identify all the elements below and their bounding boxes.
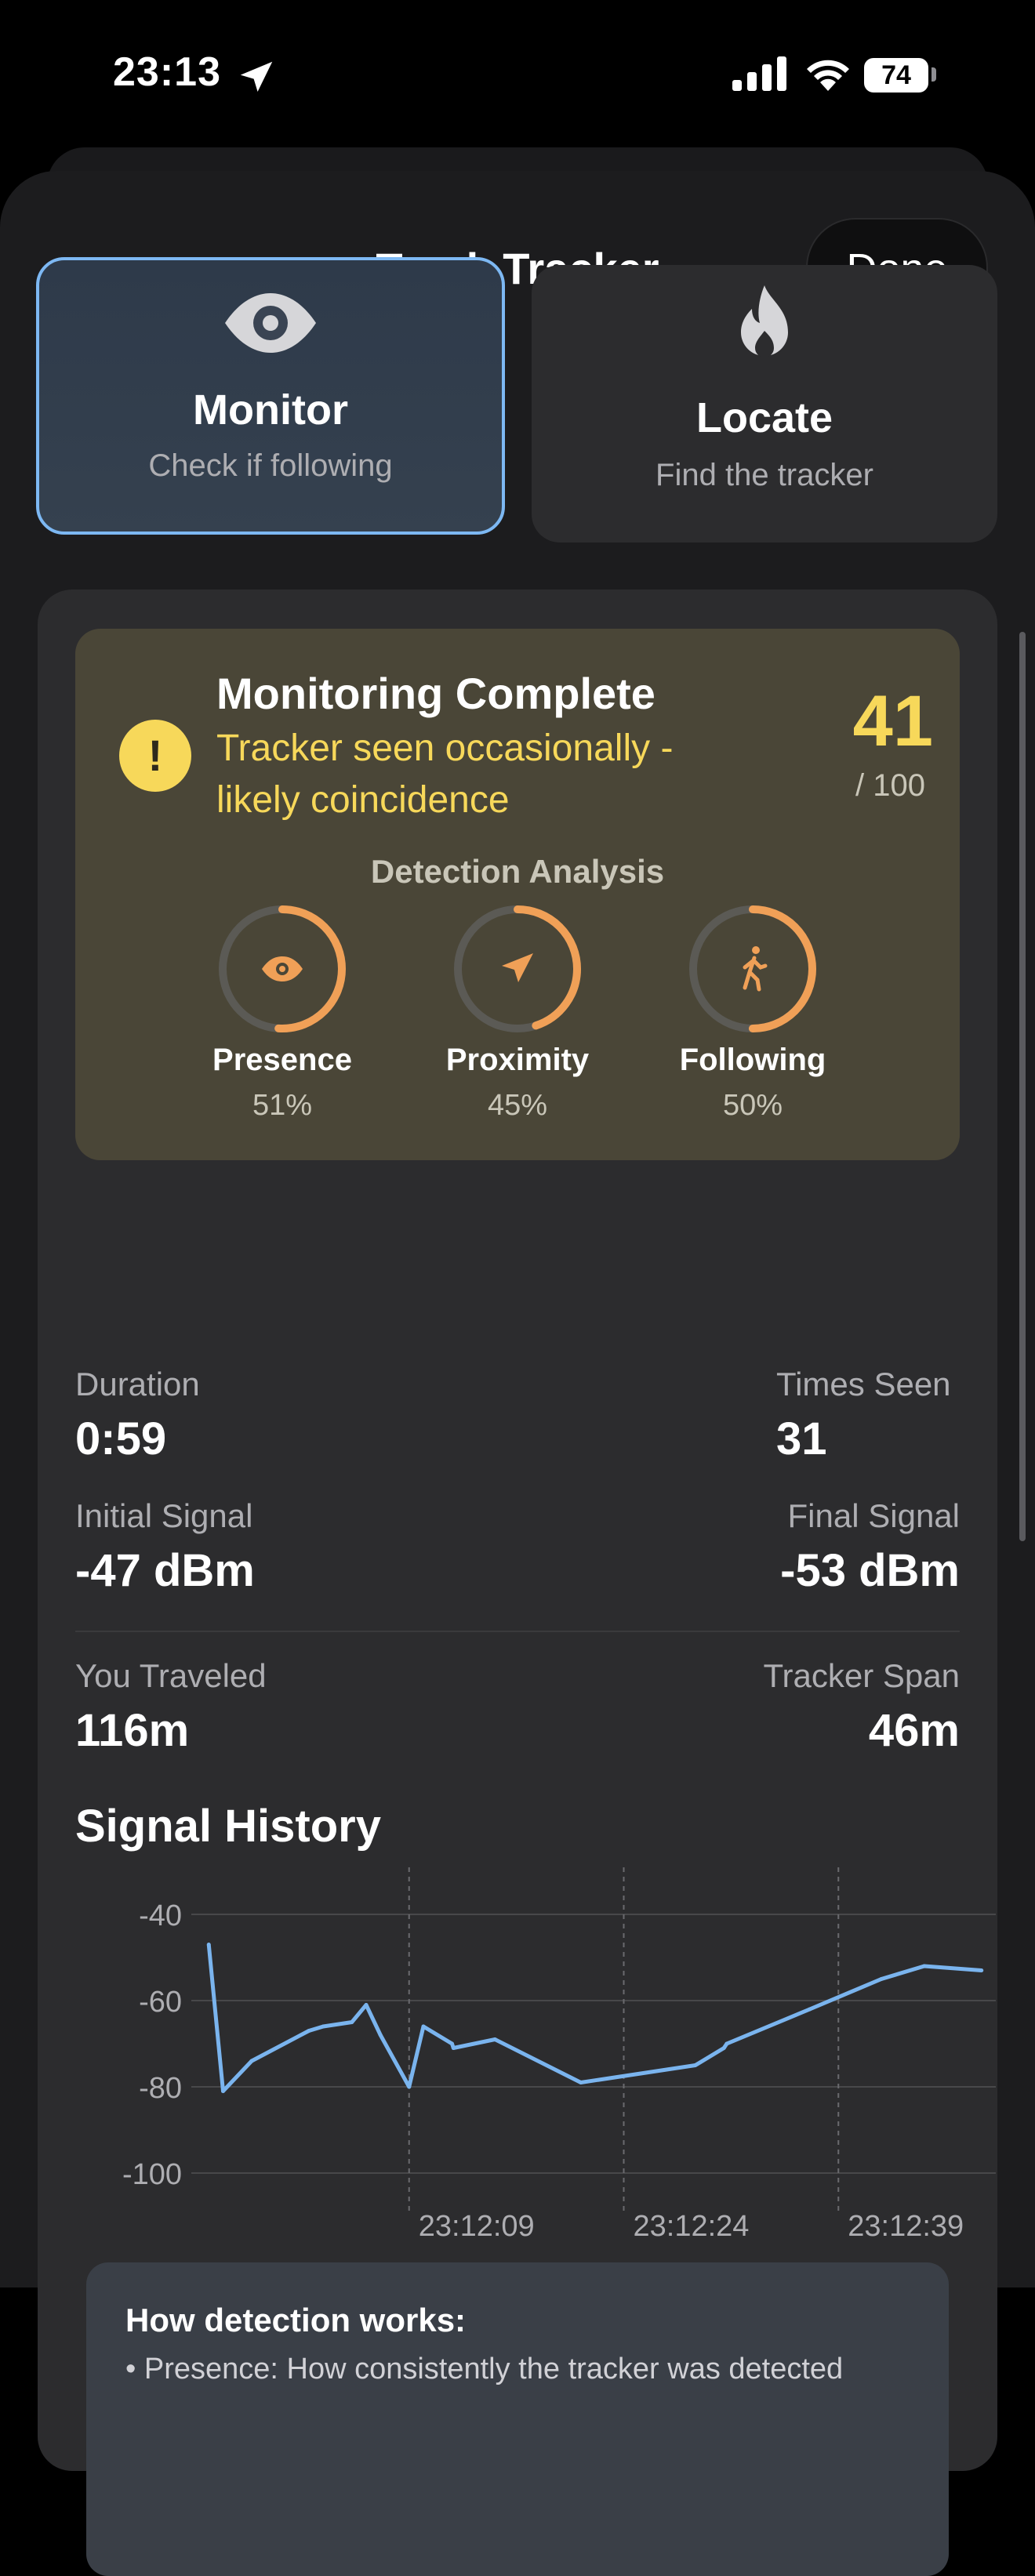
eye-icon [262, 956, 303, 981]
metric-label: Proximity [445, 1043, 590, 1077]
mode-locate-button[interactable]: Locate Find the tracker [532, 265, 997, 542]
mode-title: Locate [695, 394, 833, 441]
proximity-ring [454, 905, 581, 1032]
signal-point [364, 2003, 369, 2007]
signal-point [922, 1964, 927, 1968]
status-bar: 23:13 74 [0, 0, 1035, 149]
verdict-subtitle: Tracker seen occasionally - likely coinc… [216, 727, 674, 821]
stat-label: Times Seen [776, 1366, 951, 1402]
stat-value: 116m [75, 1705, 190, 1756]
presence-ring [219, 905, 346, 1032]
x-tick-label: 23:12:24 [634, 2210, 750, 2243]
stat-value: -47 dBm [75, 1545, 255, 1596]
stat-value: 31 [776, 1413, 827, 1464]
info-line-presence: • Presence: How consistently the tracker… [125, 2353, 844, 2386]
signal-point [407, 2084, 412, 2089]
cellular-signal-icon [732, 56, 786, 91]
x-tick-label: 23:12:09 [419, 2210, 535, 2243]
divider [75, 1631, 960, 1632]
signal-point [378, 2033, 383, 2037]
stat-you-traveled: You Traveled 116m [75, 1657, 267, 1757]
signal-point [979, 1968, 984, 1972]
y-tick-label: -60 [139, 1986, 182, 2019]
signal-history-chart: -40 -60 -80 -100 23:12:09 23:12:24 23:12:39 [122, 1867, 996, 2243]
following-ring [689, 905, 816, 1032]
signal-point [206, 1943, 211, 1947]
location-arrow-icon [502, 953, 533, 982]
y-tick-label: -40 [139, 1899, 182, 1932]
stat-label: You Traveled [75, 1657, 267, 1694]
scrollbar[interactable] [1019, 632, 1026, 1541]
track-tracker-sheet: Track Tracker Done Monitor Check if foll… [0, 171, 1035, 2576]
battery-level: 74 [864, 58, 928, 93]
results-card: ! Monitoring Complete Tracker seen occas… [38, 590, 997, 2576]
stat-label: Initial Signal [75, 1497, 253, 1534]
x-tick-label: 23:12:39 [848, 2210, 964, 2243]
signal-point [879, 1977, 884, 1981]
signal-point [579, 2081, 583, 2084]
stat-value: 0:59 [75, 1413, 167, 1464]
walking-person-icon [743, 946, 768, 992]
stat-label: Tracker Span [763, 1657, 960, 1694]
signal-line [206, 1944, 982, 2093]
eye-icon [225, 293, 316, 353]
mode-monitor-button[interactable]: Monitor Check if following [36, 257, 505, 535]
mode-subtitle: Check if following [148, 448, 393, 483]
signal-point [724, 2041, 729, 2046]
signal-point [451, 2046, 456, 2050]
signal-point [249, 2059, 254, 2063]
signal-point [221, 2089, 225, 2093]
flame-icon [741, 285, 788, 357]
signal-point [492, 2037, 497, 2041]
location-arrow-icon [240, 61, 273, 92]
stat-label: Final Signal [787, 1497, 960, 1534]
stat-duration: Duration 0:59 [75, 1366, 200, 1465]
stat-final-signal: Final Signal -53 dBm [780, 1497, 960, 1597]
signal-point [808, 2007, 812, 2012]
stat-tracker-span: Tracker Span 46m [763, 1657, 960, 1757]
detection-analysis-title: Detection Analysis [370, 853, 665, 890]
metric-following: Following 50% [635, 903, 870, 1123]
metric-label: Following [679, 1043, 826, 1077]
verdict-title: Monitoring Complete [216, 669, 656, 718]
signal-point [307, 2029, 311, 2033]
warning-icon: ! [119, 720, 191, 792]
metric-value: 45% [487, 1089, 548, 1122]
info-title: How detection works: [125, 2302, 467, 2338]
metric-label: Presence [212, 1043, 352, 1077]
metric-presence: Presence 51% [165, 903, 400, 1123]
risk-score-max: / 100 [855, 768, 925, 803]
mode-title: Monitor [193, 386, 348, 434]
stat-times-seen: Times Seen 31 [776, 1366, 951, 1465]
y-tick-label: -100 [122, 2158, 182, 2191]
wifi-icon [807, 60, 849, 91]
status-time: 23:13 [113, 49, 221, 95]
signal-point [450, 2041, 454, 2046]
verdict-panel: ! Monitoring Complete Tracker seen occas… [75, 629, 960, 1160]
metric-proximity: Proximity 45% [400, 903, 635, 1123]
signal-point [721, 2046, 726, 2050]
how-detection-works-panel: How detection works: • Presence: How con… [86, 2262, 949, 2576]
stat-value: -53 dBm [780, 1545, 960, 1596]
mode-subtitle: Find the tracker [656, 458, 873, 492]
signal-point [693, 2063, 698, 2067]
battery-tip [932, 67, 936, 82]
stat-initial-signal: Initial Signal -47 dBm [75, 1497, 255, 1597]
signal-point [421, 2024, 426, 2029]
metric-value: 51% [252, 1089, 313, 1122]
metric-value: 50% [722, 1089, 783, 1122]
stat-label: Duration [75, 1366, 200, 1402]
stat-value: 46m [868, 1705, 960, 1756]
signal-point [321, 2024, 325, 2029]
risk-score: 41 [852, 681, 933, 761]
y-tick-label: -80 [139, 2072, 182, 2105]
signal-point [350, 2020, 354, 2024]
signal-history-title: Signal History [75, 1801, 381, 1852]
